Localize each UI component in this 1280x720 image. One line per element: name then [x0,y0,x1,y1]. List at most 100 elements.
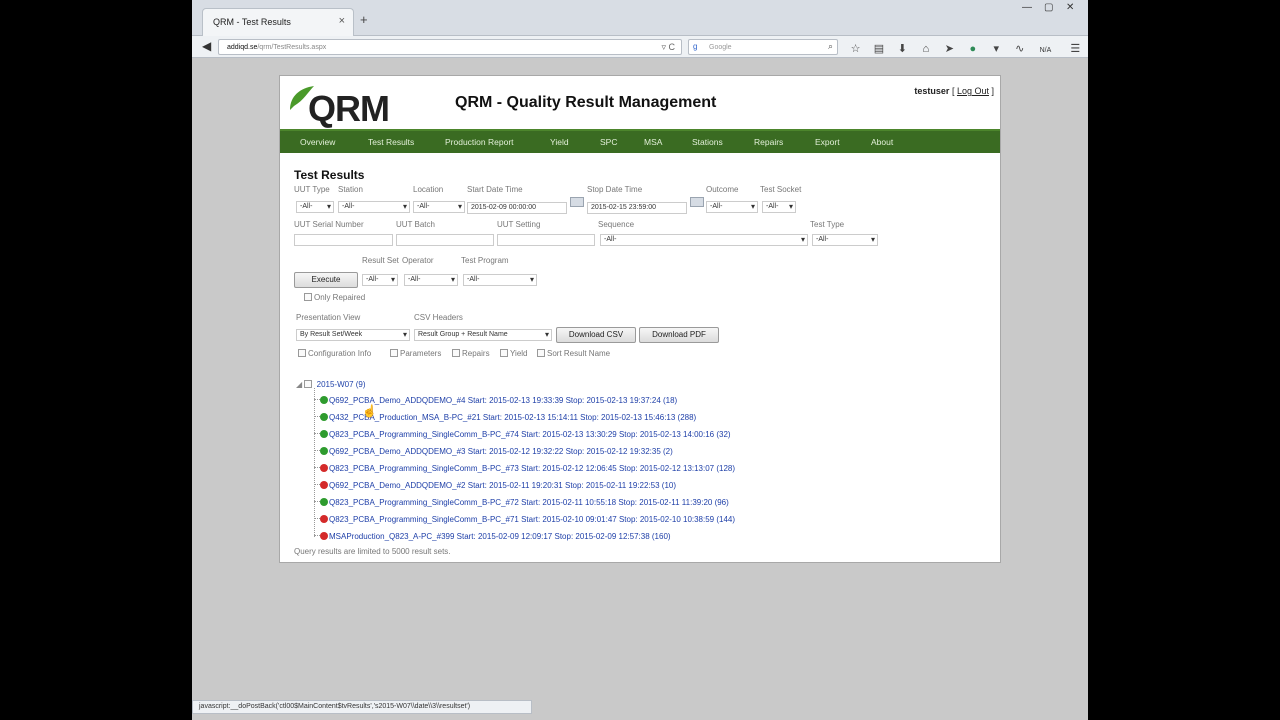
tree-item-label[interactable]: Q692_PCBA_Demo_ADDQDEMO_#2 Start: 2015-0… [329,481,676,490]
maximize-icon[interactable]: ▢ [1044,2,1053,13]
pass-status-icon [320,413,328,421]
serial-input[interactable] [294,234,393,246]
minimize-icon[interactable]: — [1022,2,1032,13]
fail-status-icon [320,532,328,540]
csv-headers-label: CSV Headers [414,313,463,322]
csv-headers-select[interactable]: Result Group + Result Name [414,329,552,341]
download-pdf-button[interactable]: Download PDF [639,327,719,343]
tree-root-node[interactable]: ◢ 2015-W07 (9) [296,380,366,389]
setting-input[interactable] [497,234,595,246]
reading-list-icon[interactable]: ▤ [869,42,888,55]
only-repaired-checkbox[interactable]: Only Repaired [304,293,365,302]
start-calendar-icon[interactable] [570,197,584,207]
outcome-select[interactable]: -All- [706,201,758,213]
google-icon[interactable]: g [693,42,697,51]
tree-item-label[interactable]: Q823_PCBA_Programming_SingleComm_B-PC_#7… [329,498,729,507]
tree-item-label[interactable]: MSAProduction_Q823_A-PC_#399 Start: 2015… [329,532,671,541]
tree-item[interactable]: Q692_PCBA_Demo_ADDQDEMO_#2 Start: 2015-0… [314,481,676,490]
test-program-select[interactable]: -All- [463,274,537,286]
parameters-checkbox[interactable]: Parameters [390,349,441,358]
send-icon[interactable]: ➤ [940,42,959,55]
uut-type-label: UUT Type [294,185,330,194]
tree-item-label[interactable]: Q823_PCBA_Programming_SingleComm_B-PC_#7… [329,464,735,473]
presentation-view-select[interactable]: By Result Set/Week [296,329,410,341]
menu-overview[interactable]: Overview [300,137,335,147]
home-icon[interactable]: ⌂ [916,43,935,55]
sequence-select[interactable]: -All- [600,234,808,246]
presentation-view-label: Presentation View [296,313,361,322]
qrm-logo[interactable]: QRM [286,82,390,129]
dropdown-icon[interactable]: ▾ [987,42,1006,55]
tree-item[interactable]: Q692_PCBA_Demo_ADDQDEMO_#3 Start: 2015-0… [314,447,673,456]
checkbox-box[interactable] [452,349,460,357]
address-bar[interactable]: addiqd.se/qrm/TestResults.aspx ▿ C [218,39,682,55]
tree-item-label[interactable]: Q823_PCBA_Programming_SingleComm_B-PC_#7… [329,430,731,439]
browser-tab[interactable]: QRM - Test Results × [202,8,354,36]
tree-item[interactable]: MSAProduction_Q823_A-PC_#399 Start: 2015… [314,532,671,541]
stop-calendar-icon[interactable] [690,197,704,207]
tree-root-label[interactable]: 2015-W07 (9) [317,380,366,389]
expand-triangle-icon[interactable]: ◢ [296,380,302,389]
tree-item[interactable]: Q823_PCBA_Programming_SingleComm_B-PC_#7… [314,430,731,439]
section-title: Test Results [294,168,365,182]
bookmark-star-icon[interactable]: ☆ [846,42,865,55]
tree-item-label[interactable]: Q432_PCBA_Production_MSA_B-PC_#21 Start:… [329,413,696,422]
config-info-checkbox[interactable]: Configuration Info [298,349,371,358]
checkbox-box[interactable] [537,349,545,357]
test-program-label: Test Program [461,256,509,265]
tree-item[interactable]: Q823_PCBA_Programming_SingleComm_B-PC_#7… [314,515,735,524]
location-select[interactable]: -All- [413,201,465,213]
checkbox-box[interactable] [390,349,398,357]
yield-checkbox[interactable]: Yield [500,349,528,358]
operator-select[interactable]: -All- [404,274,458,286]
download-csv-button[interactable]: Download CSV [556,327,636,343]
tree-item-label[interactable]: Q692_PCBA_Demo_ADDQDEMO_#4 Start: 2015-0… [329,396,677,405]
page-viewport: QRM QRM - Quality Result Management test… [192,59,1088,720]
tree-item-label[interactable]: Q692_PCBA_Demo_ADDQDEMO_#3 Start: 2015-0… [329,447,673,456]
result-set-label: Result Set [362,256,399,265]
tree-root-checkbox[interactable] [304,380,314,389]
pass-status-icon [320,396,328,404]
test-socket-select[interactable]: -All- [762,201,796,213]
test-type-select[interactable]: -All- [812,234,878,246]
new-tab-icon[interactable]: + [360,12,368,27]
stats-icon[interactable]: ∿ [1010,42,1029,55]
parameters-label: Parameters [400,349,442,358]
menu-production-report[interactable]: Production Report [445,137,514,147]
checkbox-box[interactable] [304,293,312,301]
sort-result-name-checkbox[interactable]: Sort Result Name [537,349,610,358]
menu-hamburger-icon[interactable]: ☰ [1066,42,1085,55]
checkbox-box[interactable] [304,380,313,388]
tree-item-label[interactable]: Q823_PCBA_Programming_SingleComm_B-PC_#7… [329,515,735,524]
result-set-select[interactable]: -All- [362,274,398,286]
tab-close-icon[interactable]: × [339,15,345,27]
stop-date-input[interactable]: 2015-02-15 23:59:00 [587,202,687,214]
fail-status-icon [320,515,328,523]
checkbox-box[interactable] [500,349,508,357]
search-icon[interactable]: ⌕ [828,41,833,52]
checkbox-box[interactable] [298,349,306,357]
menu-msa[interactable]: MSA [644,137,662,147]
uut-type-select[interactable]: -All- [296,201,334,213]
tree-item[interactable]: Q823_PCBA_Programming_SingleComm_B-PC_#7… [314,464,735,473]
menu-stations[interactable]: Stations [692,137,723,147]
tree-item[interactable]: Q823_PCBA_Programming_SingleComm_B-PC_#7… [314,498,729,507]
reload-icon[interactable]: ▿ C [661,42,675,53]
close-window-icon[interactable]: ✕ [1066,2,1074,13]
station-select[interactable]: -All- [338,201,410,213]
execute-button[interactable]: Execute [294,272,358,288]
search-bar[interactable]: g Google ⌕ [688,39,838,55]
menu-spc[interactable]: SPC [600,137,617,147]
menu-export[interactable]: Export [815,137,840,147]
menu-about[interactable]: About [871,137,893,147]
batch-input[interactable] [396,234,494,246]
menu-repairs[interactable]: Repairs [754,137,783,147]
menu-yield[interactable]: Yield [550,137,569,147]
download-icon[interactable]: ⬇ [893,42,912,55]
menu-test-results[interactable]: Test Results [368,137,414,147]
logout-link[interactable]: Log Out [957,86,989,96]
back-arrow-icon[interactable]: ◀ [202,39,211,53]
repairs-checkbox[interactable]: Repairs [452,349,490,358]
start-date-input[interactable]: 2015-02-09 00:00:00 [467,202,567,214]
addon-icon[interactable]: ● [963,43,982,55]
